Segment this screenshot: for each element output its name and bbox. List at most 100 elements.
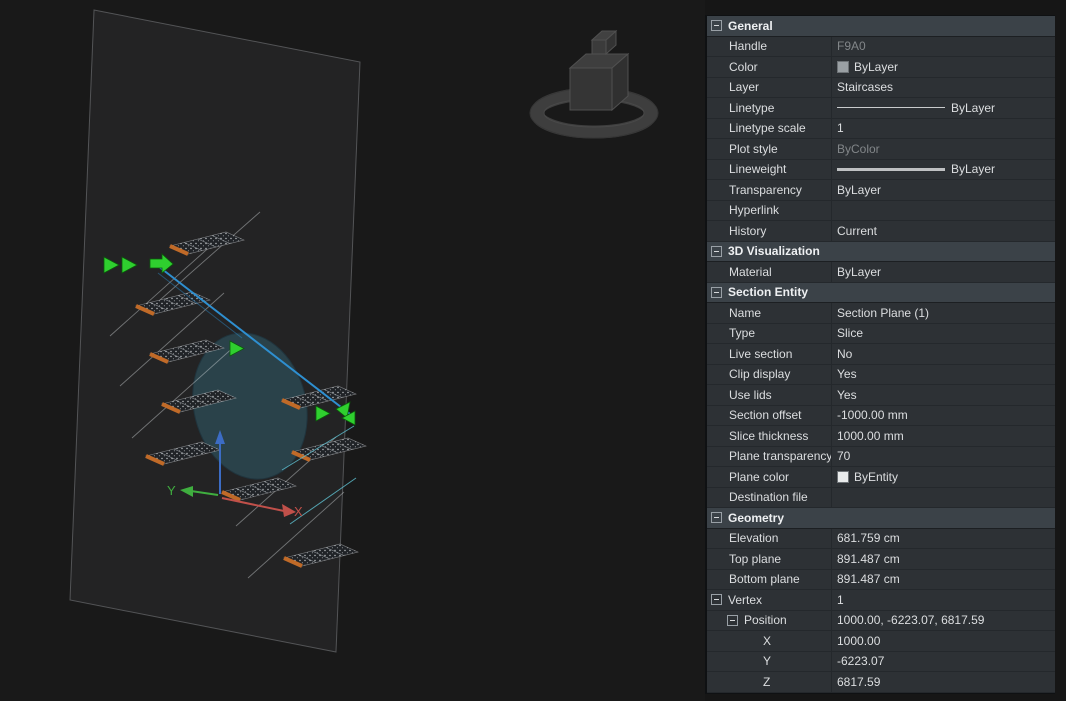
prop-value-material[interactable]: ByLayer	[832, 262, 1055, 282]
prop-row-plot-style: Plot styleByColor	[707, 139, 1055, 160]
prop-label-cell: Name	[707, 303, 832, 323]
prop-row-plane-color: Plane colorByEntity	[707, 467, 1055, 488]
prop-value-text: No	[837, 347, 852, 361]
prop-value-text: Yes	[837, 388, 857, 402]
prop-label: Type	[729, 326, 755, 340]
collapse-icon[interactable]	[711, 246, 722, 257]
prop-label: History	[729, 224, 766, 238]
prop-row-x: X 1000.00	[707, 631, 1055, 652]
prop-row-handle: HandleF9A0	[707, 37, 1055, 58]
section-header-geometry[interactable]: Geometry	[707, 508, 1055, 529]
prop-value-live-section[interactable]: No	[832, 344, 1055, 364]
viewport-canvas[interactable]: Y X	[0, 0, 705, 701]
lineweight-preview	[837, 168, 945, 171]
prop-label-cell: X	[707, 631, 832, 651]
gizmo-cube-icon[interactable]	[570, 31, 628, 110]
color-swatch[interactable]	[837, 471, 849, 483]
prop-row-transparency: Transparency ByLayer	[707, 180, 1055, 201]
prop-value-text: 1000.00 mm	[837, 429, 904, 443]
prop-value-plot-style[interactable]: ByColor	[832, 139, 1055, 159]
prop-row-use-lids: Use lids Yes	[707, 385, 1055, 406]
prop-row-z: Z6817.59	[707, 672, 1055, 693]
prop-value-elevation[interactable]: 681.759 cm	[832, 529, 1055, 549]
prop-value-use-lids[interactable]: Yes	[832, 385, 1055, 405]
prop-value-name[interactable]: Section Plane (1)	[832, 303, 1055, 323]
prop-value-hyperlink[interactable]	[832, 201, 1055, 221]
section-title: 3D Visualization	[728, 244, 820, 258]
prop-value-layer[interactable]: Staircases	[832, 78, 1055, 98]
properties-grid: GeneralHandleF9A0ColorByLayerLayerStairc…	[707, 16, 1055, 693]
prop-value-type[interactable]: Slice	[832, 324, 1055, 344]
prop-value-destination-file[interactable]	[832, 488, 1055, 508]
prop-label-cell: Plane transparency	[707, 447, 832, 467]
ucs-y-label: Y	[167, 483, 176, 498]
color-swatch[interactable]	[837, 61, 849, 73]
collapse-icon[interactable]	[711, 594, 722, 605]
prop-value-text: 1000.00	[837, 634, 880, 648]
navigation-gizmo[interactable]	[530, 31, 658, 138]
prop-label-cell: Destination file	[707, 488, 832, 508]
prop-value-color[interactable]: ByLayer	[832, 57, 1055, 77]
prop-value-text: Section Plane (1)	[837, 306, 929, 320]
prop-row-hyperlink: Hyperlink	[707, 201, 1055, 222]
prop-label-cell: Handle	[707, 37, 832, 57]
prop-label: Layer	[729, 80, 759, 94]
section-header-general[interactable]: General	[707, 16, 1055, 37]
prop-row-position: Position 1000.00, -6223.07, 6817.59	[707, 611, 1055, 632]
prop-row-linetype: LinetypeByLayer	[707, 98, 1055, 119]
section-header-section-entity[interactable]: Section Entity	[707, 283, 1055, 304]
collapse-icon[interactable]	[711, 20, 722, 31]
prop-label-cell: Color	[707, 57, 832, 77]
prop-label-cell: Lineweight	[707, 160, 832, 180]
prop-label: Transparency	[729, 183, 802, 197]
prop-row-history: History Current	[707, 221, 1055, 242]
prop-label-cell: Type	[707, 324, 832, 344]
collapse-icon[interactable]	[727, 615, 738, 626]
prop-value-history[interactable]: Current	[832, 221, 1055, 241]
prop-value-text: 1	[837, 121, 844, 135]
prop-label: Hyperlink	[729, 203, 779, 217]
prop-value-handle[interactable]: F9A0	[832, 37, 1055, 57]
prop-label-cell: Use lids	[707, 385, 832, 405]
prop-value-text: ByEntity	[854, 470, 898, 484]
prop-value-top-plane[interactable]: 891.487 cm	[832, 549, 1055, 569]
prop-label-cell: Y	[707, 652, 832, 672]
prop-value-position[interactable]: 1000.00, -6223.07, 6817.59	[832, 611, 1055, 631]
prop-value-linetype-scale[interactable]: 1	[832, 119, 1055, 139]
prop-value-text: 6817.59	[837, 675, 880, 689]
section-title: General	[728, 19, 773, 33]
prop-label-cell: Material	[707, 262, 832, 282]
prop-value-plane-transparency[interactable]: 70	[832, 447, 1055, 467]
prop-value-x[interactable]: 1000.00	[832, 631, 1055, 651]
prop-value-section-offset[interactable]: -1000.00 mm	[832, 406, 1055, 426]
prop-value-lineweight[interactable]: ByLayer	[832, 160, 1055, 180]
prop-label: X	[763, 634, 771, 648]
linetype-preview	[837, 107, 945, 108]
prop-value-slice-thickness[interactable]: 1000.00 mm	[832, 426, 1055, 446]
collapse-icon[interactable]	[711, 512, 722, 523]
prop-value-bottom-plane[interactable]: 891.487 cm	[832, 570, 1055, 590]
prop-row-material: Material ByLayer	[707, 262, 1055, 283]
prop-value-text: 891.487 cm	[837, 552, 900, 566]
viewport-3d[interactable]: Y X	[0, 0, 705, 701]
prop-row-plane-transparency: Plane transparency70	[707, 447, 1055, 468]
collapse-icon[interactable]	[711, 287, 722, 298]
prop-value-text: ByLayer	[837, 265, 881, 279]
prop-label: Position	[744, 613, 787, 627]
prop-row-section-offset: Section offset -1000.00 mm	[707, 406, 1055, 427]
section-header-3d-visualization[interactable]: 3D Visualization	[707, 242, 1055, 263]
prop-value-transparency[interactable]: ByLayer	[832, 180, 1055, 200]
prop-value-text: ByLayer	[837, 183, 881, 197]
prop-value-z[interactable]: 6817.59	[832, 672, 1055, 692]
prop-label: Section offset	[729, 408, 802, 422]
prop-label: Lineweight	[729, 162, 786, 176]
prop-value-plane-color[interactable]: ByEntity	[832, 467, 1055, 487]
prop-value-clip-display[interactable]: Yes	[832, 365, 1055, 385]
prop-row-color: ColorByLayer	[707, 57, 1055, 78]
prop-value-vertex[interactable]: 1	[832, 590, 1055, 610]
prop-value-y[interactable]: -6223.07	[832, 652, 1055, 672]
prop-row-y: Y-6223.07	[707, 652, 1055, 673]
prop-value-linetype[interactable]: ByLayer	[832, 98, 1055, 118]
prop-label: Bottom plane	[729, 572, 800, 586]
prop-label-cell: Linetype	[707, 98, 832, 118]
